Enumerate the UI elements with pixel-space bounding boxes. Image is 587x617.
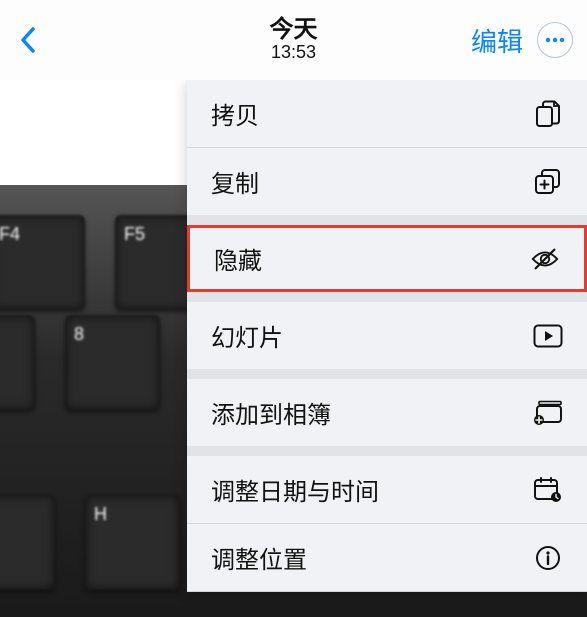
header-right-controls: 编辑 xyxy=(471,22,573,59)
duplicate-icon xyxy=(533,167,563,197)
menu-label: 幻灯片 xyxy=(211,318,283,353)
header-bar: 今天 13:53 编辑 xyxy=(0,0,587,80)
menu-item-duplicate[interactable]: 复制 xyxy=(187,148,587,215)
more-button[interactable] xyxy=(537,22,573,58)
menu-label: 添加到相簿 xyxy=(211,395,331,430)
menu-item-add-to-album[interactable]: 添加到相簿 xyxy=(187,379,587,446)
info-circle-icon xyxy=(533,543,563,573)
menu-label: 调整位置 xyxy=(211,540,307,575)
menu-label: 复制 xyxy=(211,164,259,199)
action-menu: 拷贝 复制 隐藏 xyxy=(187,80,587,592)
title-date: 今天 xyxy=(270,17,318,43)
play-rect-icon xyxy=(533,321,563,351)
back-button[interactable] xyxy=(14,26,42,54)
ellipsis-icon xyxy=(545,37,565,43)
menu-label: 拷贝 xyxy=(211,96,259,131)
menu-label: 调整日期与时间 xyxy=(211,472,379,507)
menu-label: 隐藏 xyxy=(214,241,262,276)
album-plus-icon xyxy=(533,398,563,428)
menu-item-adjust-location[interactable]: 调整位置 xyxy=(187,524,587,591)
copy-icon xyxy=(533,99,563,129)
edit-button[interactable]: 编辑 xyxy=(471,22,523,59)
menu-item-copy[interactable]: 拷贝 xyxy=(187,80,587,147)
menu-item-slideshow[interactable]: 幻灯片 xyxy=(187,302,587,369)
menu-item-adjust-datetime[interactable]: 调整日期与时间 xyxy=(187,456,587,523)
title-time: 13:53 xyxy=(270,43,318,63)
chevron-left-icon xyxy=(19,26,37,54)
calendar-clock-icon xyxy=(533,475,563,505)
eye-slash-icon xyxy=(530,244,560,274)
title-block: 今天 13:53 xyxy=(270,17,318,63)
menu-item-hide[interactable]: 隐藏 xyxy=(187,225,587,292)
